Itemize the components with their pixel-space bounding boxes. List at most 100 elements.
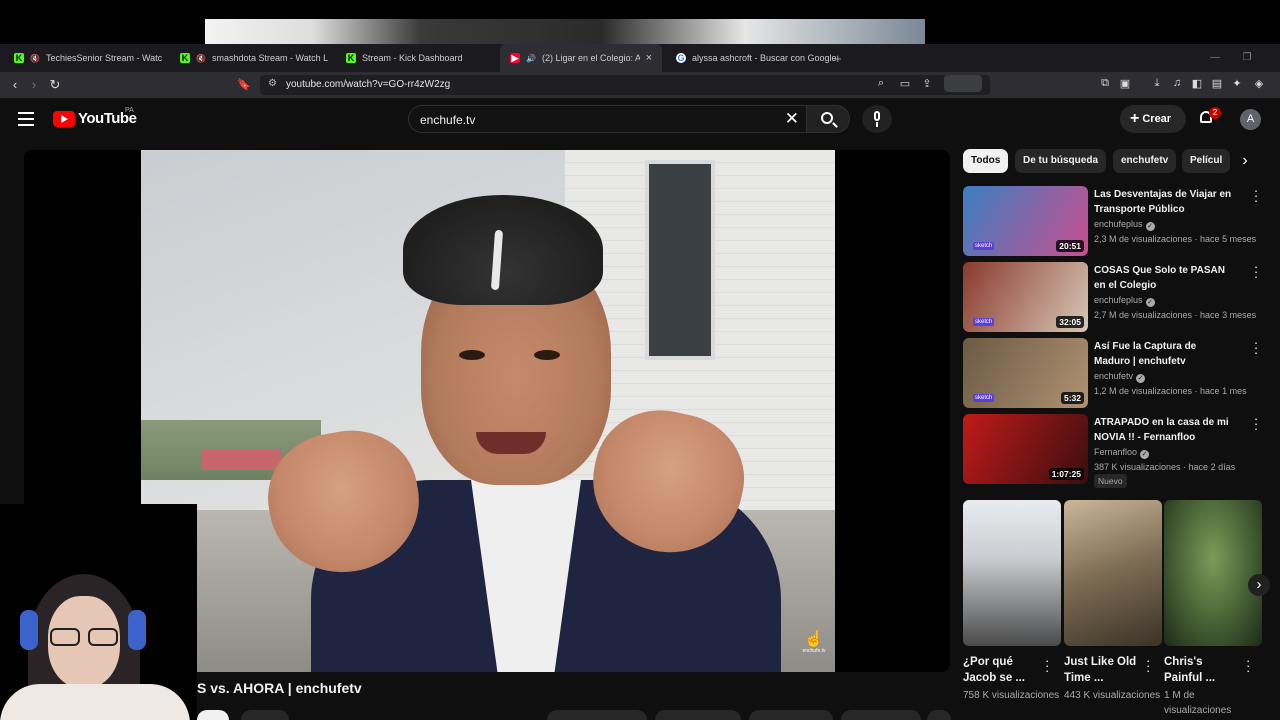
- channel-name[interactable]: enchufeplus ✓: [1094, 219, 1155, 231]
- download-button[interactable]: [749, 710, 833, 720]
- video-thumbnail[interactable]: sketch 32:05: [963, 262, 1088, 332]
- leo-ai-icon[interactable]: ✦: [1230, 77, 1244, 90]
- video-frame[interactable]: ☝ enchufe.tv: [141, 150, 835, 672]
- more-actions-button[interactable]: [927, 710, 951, 720]
- shelf-card[interactable]: ¿Por qué Jacob se ... · · · 758 K visualiz…: [963, 500, 1061, 720]
- video-thumbnail[interactable]: sketch 20:51: [963, 186, 1088, 256]
- chip-de-tu-busqueda[interactable]: De tu búsqueda: [1015, 149, 1107, 173]
- media-icon[interactable]: ♫: [1170, 77, 1184, 89]
- stream-overlay-strip: [0, 0, 1280, 44]
- clear-search-icon[interactable]: ✕: [785, 109, 799, 129]
- video-title[interactable]: Las Desventajas de Viajar en Transporte …: [1094, 187, 1234, 217]
- chip-todos[interactable]: Todos: [963, 149, 1009, 173]
- video-title: S vs. AHORA | enchufetv: [197, 680, 362, 696]
- voice-search-button[interactable]: [862, 105, 892, 133]
- more-options-icon[interactable]: · · ·: [1253, 336, 1259, 359]
- channel-name[interactable]: enchufeplus ✓: [1094, 295, 1155, 307]
- reload-icon[interactable]: ↻: [46, 76, 64, 94]
- more-options-icon[interactable]: · · ·: [1253, 184, 1259, 207]
- cast-icon[interactable]: ▭: [898, 77, 912, 90]
- kick-icon: K: [180, 53, 190, 63]
- watch-page: ☝ enchufe.tv S vs. AHORA | enchufetv Tod…: [0, 142, 1280, 720]
- shelf-poster[interactable]: [1164, 500, 1262, 646]
- new-badge: Nuevo: [1094, 474, 1127, 488]
- new-tab-button[interactable]: +: [834, 44, 854, 72]
- chip-peliculas[interactable]: Películ: [1182, 149, 1231, 173]
- close-tab-icon[interactable]: ×: [646, 52, 652, 64]
- create-button[interactable]: + Crear: [1120, 105, 1186, 133]
- shelf-title[interactable]: Just Like Old Time ...: [1064, 654, 1142, 686]
- more-options-icon[interactable]: · · ·: [1045, 654, 1049, 677]
- more-options-icon[interactable]: · · ·: [1146, 654, 1150, 677]
- wallet-icon[interactable]: ▤: [1210, 77, 1224, 90]
- sidebar-icon[interactable]: ◧: [1190, 77, 1204, 90]
- tab-label: (2) Ligar en el Colegio: ANTES: [541, 53, 640, 63]
- back-icon[interactable]: ‹: [6, 76, 24, 94]
- shelf-title[interactable]: ¿Por qué Jacob se ...: [963, 654, 1041, 686]
- avatar[interactable]: A: [1240, 109, 1261, 130]
- chevron-right-icon[interactable]: ›: [1248, 574, 1270, 596]
- download-icon[interactable]: ⤓: [1150, 77, 1164, 90]
- browser-tab[interactable]: G alyssa ashcroft - Buscar con Google: [666, 44, 836, 72]
- forward-icon[interactable]: ›: [25, 76, 43, 94]
- browser-tab-active[interactable]: ▶ 🔊 (2) Ligar en el Colegio: ANTES ×: [500, 44, 662, 72]
- plus-icon: +: [1130, 110, 1140, 127]
- brave-shields-icon[interactable]: [944, 75, 982, 92]
- channel-name[interactable]: Fernanfloo ✓: [1094, 447, 1150, 459]
- join-button[interactable]: [241, 710, 289, 720]
- recommended-video[interactable]: sketch 5:32 Así Fue la Captura de Maduro…: [963, 336, 1263, 410]
- browser-tab[interactable]: K Stream - Kick Dashboard: [336, 44, 496, 72]
- browser-toolbar: ‹ › ↻ 🔖 ⚙ youtube.com/watch?v=GO-rr4zW2z…: [0, 72, 1280, 98]
- zoom-icon[interactable]: ⌕: [874, 77, 888, 90]
- youtube-header: YouTube PA enchufe.tv ✕ + Crear 2 A: [0, 98, 1280, 142]
- notifications-button[interactable]: 2: [1198, 107, 1221, 128]
- save-button[interactable]: [841, 710, 921, 720]
- video-title[interactable]: COSAS Que Solo te PASAN en el Colegio: [1094, 263, 1234, 293]
- video-thumbnail[interactable]: sketch 5:32: [963, 338, 1088, 408]
- search-button[interactable]: [806, 105, 850, 133]
- shelf-title[interactable]: Chris's Painful ...: [1164, 654, 1242, 686]
- browser-tab[interactable]: K 🔇 TechiesSenior Stream - Watch Li: [4, 44, 162, 72]
- shelf-poster[interactable]: [963, 500, 1061, 646]
- video-actions: [197, 708, 953, 720]
- youtube-logo[interactable]: YouTube PA: [53, 107, 137, 127]
- site-info-icon[interactable]: ⚙: [268, 78, 277, 89]
- share-icon[interactable]: ⇪: [920, 77, 934, 90]
- shelf-views: 443 K visualizaciones: [1064, 690, 1161, 701]
- shelf-card[interactable]: Just Like Old Time ... · · · 443 K visuali…: [1064, 500, 1162, 720]
- shelf-card[interactable]: Chris's Painful ... · · · 1 M de visualiza…: [1164, 500, 1262, 720]
- menu-icon[interactable]: [18, 112, 34, 126]
- more-options-icon[interactable]: · · ·: [1253, 412, 1259, 435]
- vpn-icon[interactable]: ◈: [1252, 77, 1266, 90]
- subscribe-button[interactable]: [197, 710, 229, 720]
- tab-label: alyssa ashcroft - Buscar con Google: [692, 53, 836, 63]
- chevron-right-icon[interactable]: ›: [1236, 152, 1254, 170]
- shelf-poster[interactable]: [1064, 500, 1162, 646]
- minimize-icon[interactable]: —: [1200, 44, 1230, 72]
- sketch-badge: sketch: [973, 394, 995, 402]
- share-button[interactable]: [655, 710, 741, 720]
- country-code: PA: [125, 107, 134, 114]
- video-meta: 2,7 M de visualizaciones · hace 3 meses: [1094, 310, 1257, 320]
- video-meta: 1,2 M de visualizaciones · hace 1 mes: [1094, 386, 1247, 396]
- extensions-icon[interactable]: ⧉: [1098, 77, 1112, 90]
- search-input[interactable]: enchufe.tv ✕: [408, 105, 808, 133]
- video-duration: 1:07:25: [1048, 468, 1084, 480]
- channel-name[interactable]: enchufetv ✓: [1094, 371, 1146, 383]
- more-options-icon[interactable]: · · ·: [1246, 654, 1250, 677]
- chip-enchufetv[interactable]: enchufetv: [1113, 149, 1177, 173]
- browser-tab[interactable]: K 🔇 smashdota Stream - Watch Live o: [170, 44, 328, 72]
- maximize-icon[interactable]: ❐: [1232, 44, 1262, 72]
- video-title[interactable]: ATRAPADO en la casa de mi NOVIA !! - Fer…: [1094, 415, 1234, 445]
- recommended-video[interactable]: sketch 20:51 Las Desventajas de Viajar e…: [963, 184, 1263, 258]
- more-options-icon[interactable]: · · ·: [1253, 260, 1259, 283]
- microphone-icon: [874, 111, 880, 121]
- recommended-video[interactable]: 1:07:25 ATRAPADO en la casa de mi NOVIA …: [963, 412, 1263, 494]
- tab-search-icon[interactable]: ▣: [1118, 77, 1132, 90]
- bookmark-icon[interactable]: 🔖: [235, 76, 253, 94]
- mute-icon: 🔇: [30, 53, 40, 63]
- recommended-video[interactable]: sketch 32:05 COSAS Que Solo te PASAN en …: [963, 260, 1263, 334]
- like-button[interactable]: [547, 710, 647, 720]
- video-thumbnail[interactable]: 1:07:25: [963, 414, 1088, 484]
- video-title[interactable]: Así Fue la Captura de Maduro | enchufetv: [1094, 339, 1234, 369]
